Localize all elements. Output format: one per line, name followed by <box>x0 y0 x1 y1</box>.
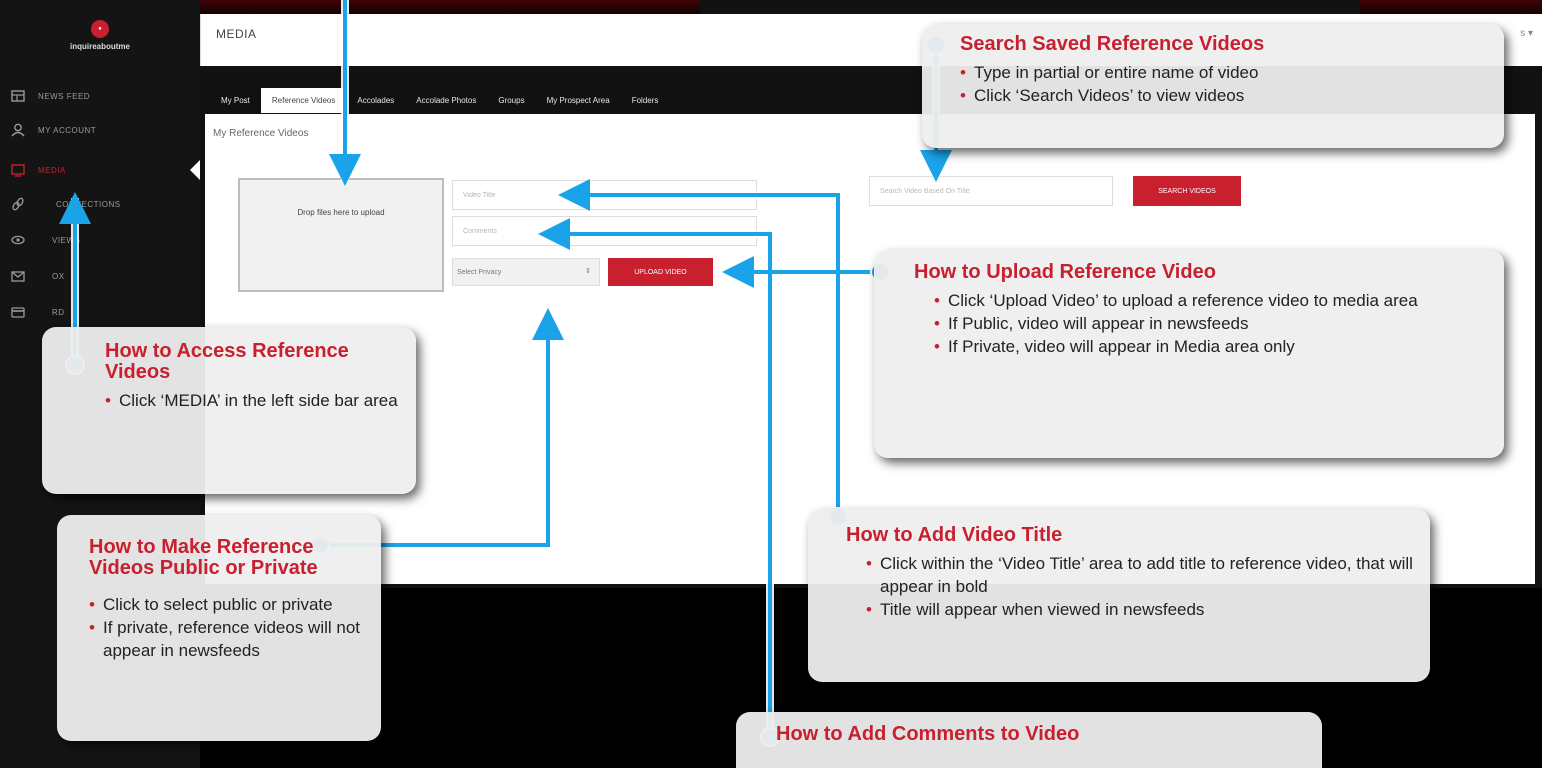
callout-video-title: How to Add Video Title Click within the … <box>808 509 1430 682</box>
callout-title: How to Add Video Title <box>846 524 1063 546</box>
callout-search-videos: Search Saved Reference Videos Type in pa… <box>922 24 1504 148</box>
arrow-to-video-title <box>558 179 840 517</box>
callout-title: How to Access Reference Videos <box>105 340 349 383</box>
arrow-to-comments <box>538 218 772 737</box>
callout-title: How to Upload Reference Video <box>914 261 1216 283</box>
callout-bullet: Click within the ‘Video Title’ area to a… <box>866 552 1416 598</box>
callout-privacy: How to Make Reference Videos Public or P… <box>57 515 381 741</box>
callout-comments: How to Add Comments to Video <box>736 712 1322 768</box>
callout-access-videos: How to Access Reference Videos Click ‘ME… <box>42 327 416 494</box>
callout-bullet: If Public, video will appear in newsfeed… <box>934 312 1490 335</box>
callout-bullet: Click ‘Upload Video’ to upload a referen… <box>934 289 1490 312</box>
callout-title: How to Make Reference Videos Public or P… <box>89 536 318 579</box>
callout-bullet: If private, reference videos will not ap… <box>89 616 367 662</box>
callout-upload-video: How to Upload Reference Video Click ‘Upl… <box>874 250 1504 458</box>
callout-title: Search Saved Reference Videos <box>960 33 1265 55</box>
callout-bullet: Click to select public or private <box>89 593 367 616</box>
callout-bullet: If Private, video will appear in Media a… <box>934 335 1490 358</box>
callout-bullet: Title will appear when viewed in newsfee… <box>866 598 1416 621</box>
callout-bullet: Click ‘MEDIA’ in the left side bar area <box>105 389 402 412</box>
callout-title: How to Add Comments to Video <box>776 723 1080 745</box>
callout-bullet: Click ‘Search Videos’ to view videos <box>960 84 1488 107</box>
callout-bullet: Type in partial or entire name of video <box>960 61 1488 84</box>
